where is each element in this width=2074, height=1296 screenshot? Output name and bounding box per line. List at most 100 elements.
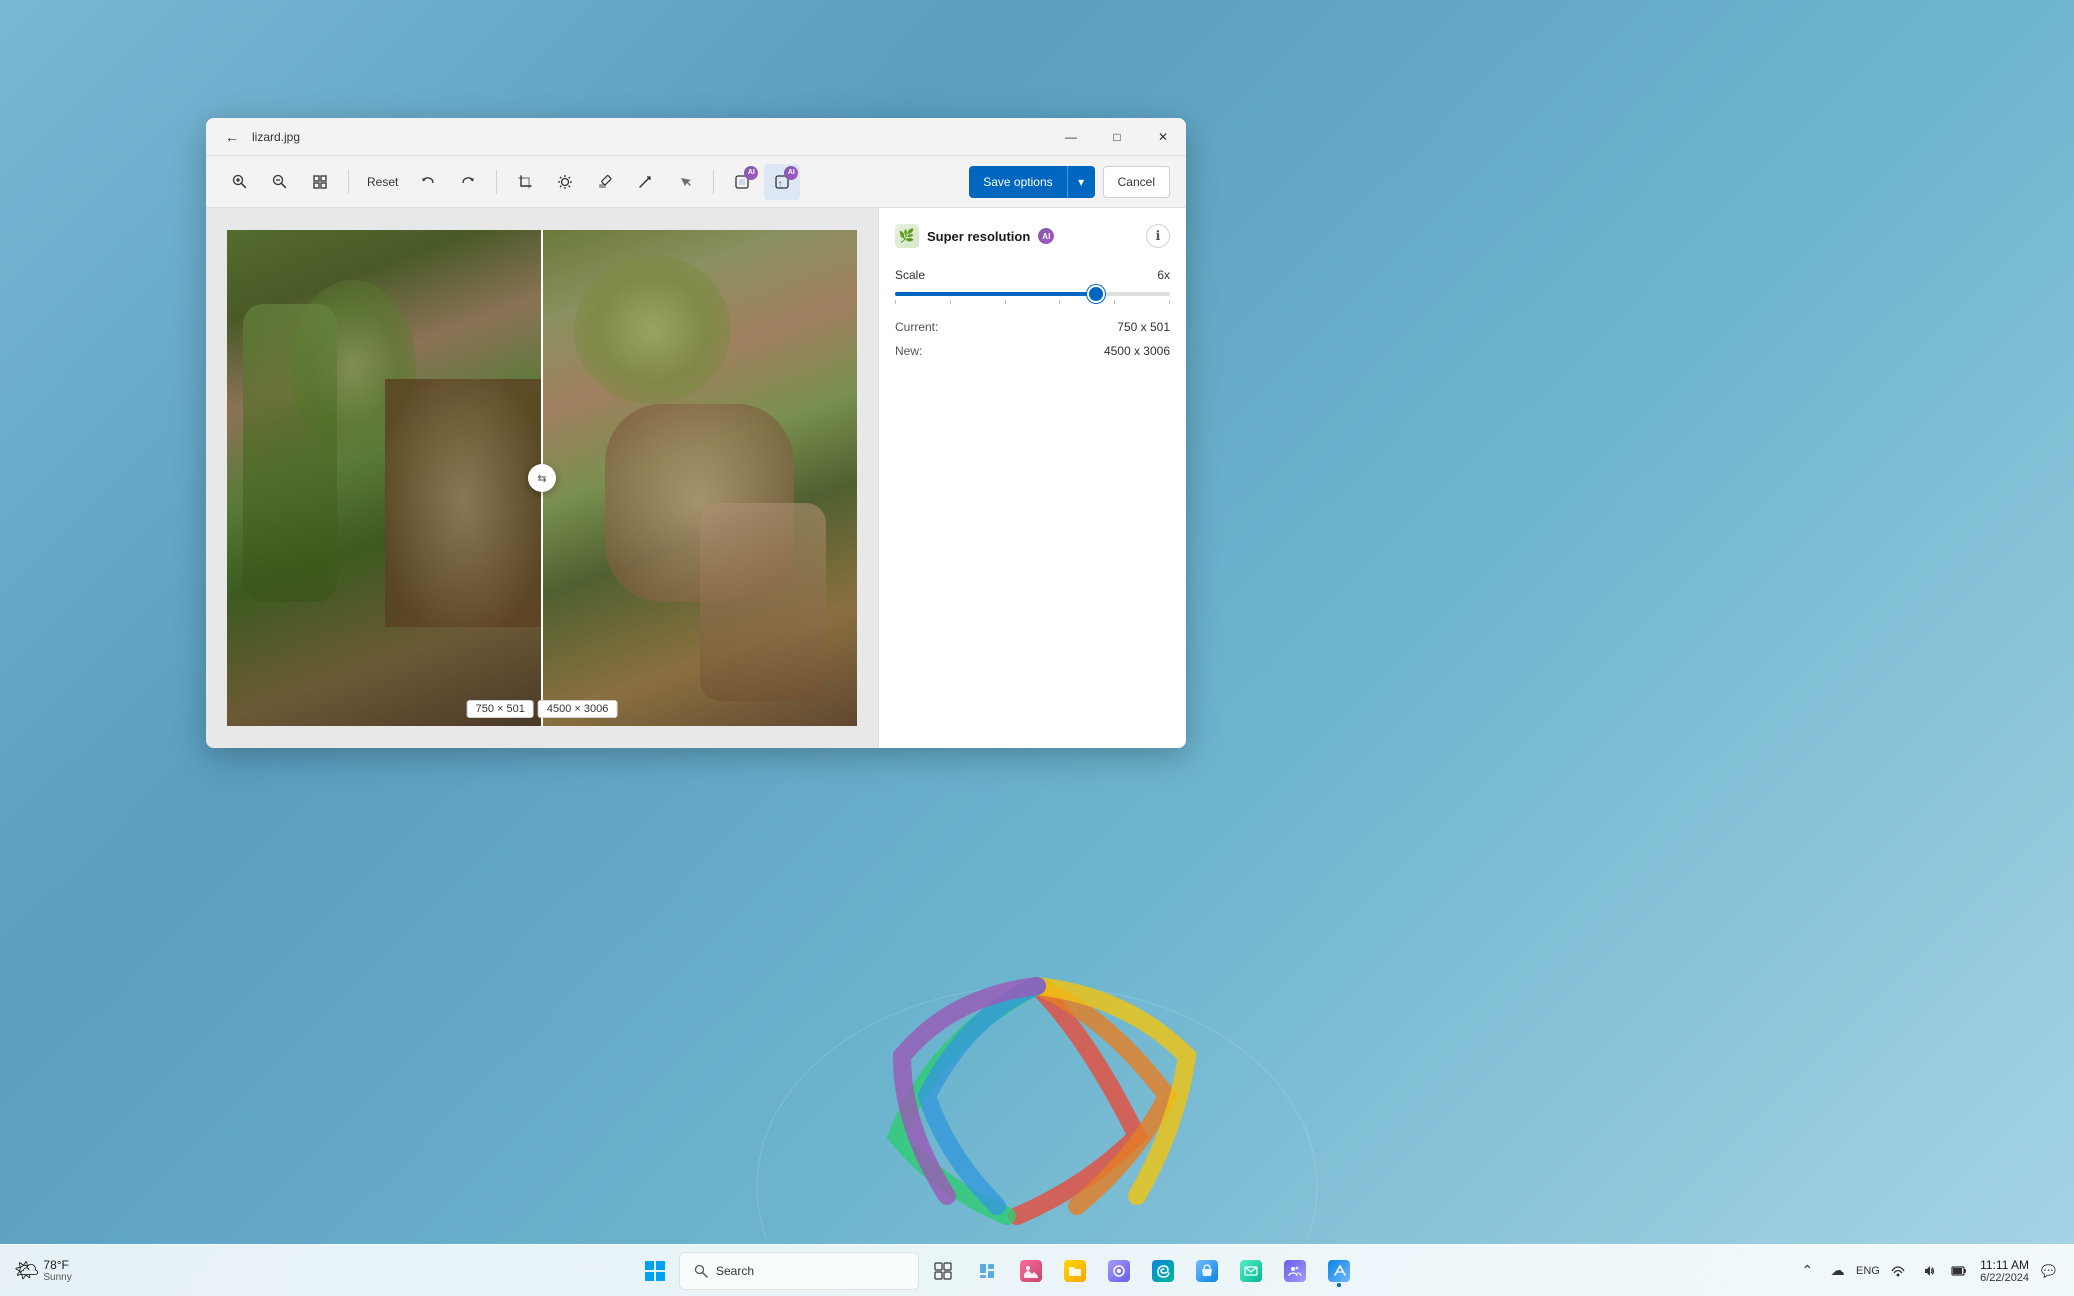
save-options-button[interactable]: Save options ▾ [969,166,1094,198]
size-labels: 750 × 501 4500 × 3006 [467,700,618,718]
slider-ticks [895,300,1170,304]
taskbar-store-button[interactable] [1187,1251,1227,1291]
right-panel: 🌿 Super resolution AI ℹ Scale 6x [878,208,1186,748]
enhanced-size-label: 4500 × 3006 [538,700,617,718]
panel-header: 🌿 Super resolution AI ℹ [895,224,1170,248]
tick-2 [950,300,951,304]
svg-text:↑: ↑ [778,179,782,188]
separator-2 [496,170,497,194]
zoom-in-button[interactable] [222,164,258,200]
split-handle[interactable]: ⇆ [528,464,556,492]
separator-3 [713,170,714,194]
show-hidden-icons-button[interactable]: ⌃ [1794,1255,1820,1287]
toolbar-right: Save options ▾ Cancel [969,166,1170,198]
selection-button[interactable] [667,164,703,200]
ai-enhance-badge: AI [744,166,758,180]
super-resolution-button[interactable]: ↑ AI [764,164,800,200]
language-icon[interactable]: ENG [1855,1255,1881,1287]
image-area: ⇆ 750 × 501 4500 × 3006 [206,208,878,748]
taskbar: 🌤 78°F Sunny Search [0,1244,2074,1296]
current-size-row: Current: 750 x 501 [895,320,1170,334]
search-label: Search [716,1264,754,1278]
close-button[interactable]: ✕ [1140,118,1186,156]
panel-ai-label: AI [1042,232,1050,241]
scale-row: Scale 6x [895,268,1170,282]
weather-desc: Sunny [43,1272,71,1283]
taskbar-paint-button[interactable] [1099,1251,1139,1291]
slider-track [895,292,1170,296]
super-resolution-badge: AI [784,166,798,180]
erase-button[interactable] [587,164,623,200]
weather-temp: 78°F [43,1258,71,1272]
current-label: Current: [895,320,938,334]
scale-value: 6x [1157,268,1170,282]
current-value: 750 x 501 [1117,320,1170,334]
reset-button[interactable]: Reset [359,164,406,200]
save-options-main[interactable]: Save options [969,166,1066,198]
crop-button[interactable] [507,164,543,200]
reset-label: Reset [367,175,398,189]
new-label: New: [895,344,922,358]
zoom-out-button[interactable] [262,164,298,200]
cancel-button[interactable]: Cancel [1103,166,1170,198]
taskbar-center: Search [200,1251,1794,1291]
weather-info: 78°F Sunny [43,1258,71,1283]
search-bar[interactable]: Search [679,1252,919,1290]
start-button[interactable] [635,1251,675,1291]
taskbar-edge-button[interactable] [1143,1251,1183,1291]
save-options-dropdown[interactable]: ▾ [1067,166,1095,198]
maximize-button[interactable]: □ [1094,118,1140,156]
main-content: ⇆ 750 × 501 4500 × 3006 🌿 Super resoluti… [206,208,1186,748]
tick-1 [895,300,896,304]
weather-icon: 🌤 [14,1258,39,1283]
cancel-label: Cancel [1118,175,1155,189]
taskbar-photos-button[interactable] [1011,1251,1051,1291]
original-size-label: 750 × 501 [467,700,534,718]
network-icon[interactable] [1885,1255,1911,1287]
taskbar-mail-button[interactable] [1231,1251,1271,1291]
clock[interactable]: 11:11 AM 6/22/2024 [1976,1256,2033,1286]
scale-slider[interactable] [895,292,1170,304]
fit-button[interactable] [302,164,338,200]
notification-button[interactable]: 💬 [2037,1260,2060,1282]
redo-button[interactable] [450,164,486,200]
panel-icon: 🌿 [895,224,919,248]
task-view-button[interactable] [923,1251,963,1291]
panel-title: Super resolution [927,229,1030,244]
taskbar-paint3d-button[interactable] [1319,1251,1359,1291]
sound-icon[interactable] [1915,1255,1941,1287]
slider-thumb[interactable] [1089,287,1103,301]
minimize-button[interactable]: — [1048,118,1094,156]
clock-date: 6/22/2024 [1980,1272,2029,1284]
new-value: 4500 x 3006 [1104,344,1170,358]
taskbar-files-button[interactable] [1055,1251,1095,1291]
tick-6 [1169,300,1170,304]
taskbar-system-tray: ⌃ ☁ ENG 11:11 AM 6/22/2024 💬 [1794,1255,2074,1287]
tick-3 [1005,300,1006,304]
toolbar: Reset [206,156,1186,208]
panel-info-button[interactable]: ℹ [1146,224,1170,248]
slider-fill [895,292,1096,296]
ai-enhance-button[interactable]: AI [724,164,760,200]
cloud-icon[interactable]: ☁ [1824,1255,1850,1287]
back-button[interactable]: ← [218,123,246,151]
title-bar: ← lizard.jpg — □ ✕ [206,118,1186,156]
draw-button[interactable] [627,164,663,200]
battery-icon[interactable] [1946,1255,1972,1287]
taskbar-weather[interactable]: 🌤 78°F Sunny [0,1258,200,1283]
clock-time: 11:11 AM [1980,1258,2029,1272]
panel-title-area: 🌿 Super resolution AI [895,224,1054,248]
separator-1 [348,170,349,194]
brightness-button[interactable] [547,164,583,200]
app-window: ← lizard.jpg — □ ✕ Reset [206,118,1186,748]
new-size-row: New: 4500 x 3006 [895,344,1170,358]
undo-button[interactable] [410,164,446,200]
scale-label: Scale [895,268,925,282]
window-controls: — □ ✕ [1048,118,1186,156]
widgets-button[interactable] [967,1251,1007,1291]
image-container: ⇆ 750 × 501 4500 × 3006 [227,230,857,726]
panel-ai-badge: AI [1038,228,1054,244]
tick-5 [1114,300,1115,304]
window-title: lizard.jpg [252,130,300,144]
taskbar-teams-button[interactable] [1275,1251,1315,1291]
